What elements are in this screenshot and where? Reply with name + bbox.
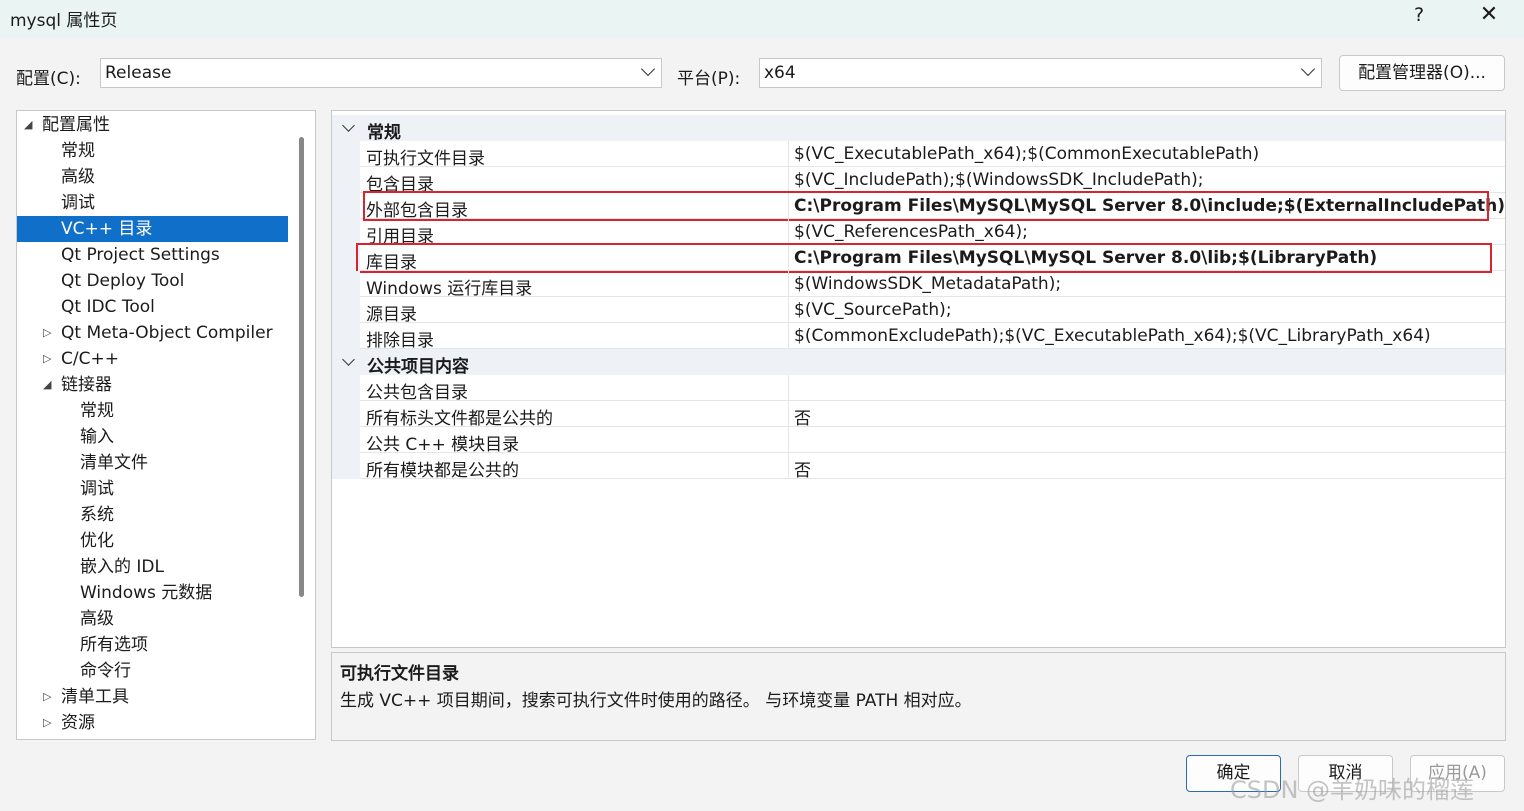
tree-item-label: 高级 [61, 167, 95, 187]
column-divider [788, 323, 789, 349]
section-header[interactable]: 常规 [332, 115, 1505, 143]
property-row[interactable]: 引用目录 $(VC_ReferencesPath_x64); [332, 219, 1505, 247]
window-title: mysql 属性页 [10, 11, 118, 31]
property-row[interactable]: 包含目录 $(VC_IncludePath);$(WindowsSDK_Inclu… [332, 167, 1505, 195]
platform-value: x64 [764, 63, 796, 83]
highlight-box [363, 191, 1489, 221]
expanded-triangle-icon[interactable]: ◢ [24, 112, 32, 138]
chevron-down-icon[interactable] [342, 353, 355, 366]
chevron-down-icon [640, 61, 656, 77]
tree-item-label: Qt Project Settings [61, 245, 220, 265]
column-divider [788, 401, 789, 427]
highlight-box [356, 243, 1492, 273]
column-divider [788, 427, 789, 453]
property-row[interactable]: 可执行文件目录 $(VC_ExecutablePath_x64);$(Common… [332, 141, 1505, 169]
tree-item-label: 调试 [80, 479, 114, 499]
title-bar: mysql 属性页 ? ✕ [0, 0, 1524, 38]
property-grid[interactable]: 常规 可执行文件目录 $(VC_ExecutablePath_x64);$(Comm… [331, 110, 1506, 648]
collapsed-triangle-icon[interactable]: ▷ [43, 684, 51, 710]
tree-item-label: 调试 [61, 193, 95, 213]
property-row[interactable]: 公共 C++ 模块目录 [332, 427, 1505, 455]
tree-item-label: 输入 [80, 427, 114, 447]
tree-item-label: 嵌入的 IDL [80, 557, 164, 577]
chevron-down-icon [1300, 61, 1316, 77]
tree-item-label: Windows 元数据 [80, 583, 213, 603]
row-divider [360, 478, 1505, 479]
property-tree[interactable]: ◢ 配置属性 常规 高级 调试 VC++ 目录 Qt Project Settings Qt … [16, 110, 316, 740]
row-gutter [332, 193, 360, 219]
collapsed-triangle-icon[interactable]: ▷ [43, 320, 51, 346]
row-gutter [332, 427, 360, 453]
property-value[interactable]: $(CommonExcludePath);$(VC_ExecutablePath… [794, 326, 1431, 346]
column-divider [788, 219, 789, 245]
config-dropdown[interactable]: Release [100, 58, 662, 88]
property-row[interactable]: 源目录 $(VC_SourcePath); [332, 297, 1505, 325]
tree-item-label: VC++ 目录 [61, 219, 153, 239]
watermark: CSDN @羊奶味的榴莲 [1230, 776, 1475, 804]
close-button[interactable]: ✕ [1474, 2, 1504, 27]
help-button[interactable]: ? [1408, 4, 1430, 26]
column-divider [788, 141, 789, 167]
column-divider [788, 167, 789, 193]
tree-item-label: 链接器 [61, 375, 112, 395]
platform-label: 平台(P): [677, 69, 741, 89]
property-row[interactable]: Windows 运行库目录 $(WindowsSDK_MetadataPath); [332, 271, 1505, 299]
tree-item-label: 常规 [80, 401, 114, 421]
row-gutter [332, 219, 360, 245]
collapsed-triangle-icon[interactable]: ▷ [43, 346, 51, 372]
platform-dropdown[interactable]: x64 [759, 58, 1322, 88]
tree-item-label: 常规 [61, 141, 95, 161]
tree-item-label: Qt IDC Tool [61, 297, 155, 317]
property-value[interactable]: $(WindowsSDK_MetadataPath); [794, 274, 1061, 294]
expanded-triangle-icon[interactable]: ◢ [43, 372, 51, 398]
row-gutter [332, 141, 360, 167]
row-gutter [332, 375, 360, 401]
tree-item-label: 清单文件 [80, 453, 148, 473]
tree-item-label: Qt Deploy Tool [61, 271, 185, 291]
property-row[interactable]: 所有模块都是公共的否 [332, 453, 1505, 481]
tree-item[interactable]: VC++ 目录 [17, 216, 288, 242]
collapsed-triangle-icon[interactable]: ▷ [43, 710, 51, 736]
column-divider [788, 271, 789, 297]
section-header[interactable]: 公共项目内容 [332, 349, 1505, 377]
row-gutter [332, 401, 360, 427]
row-gutter [332, 167, 360, 193]
property-value[interactable]: $(VC_SourcePath); [794, 300, 952, 320]
description-title: 可执行文件目录 [340, 664, 459, 684]
property-row[interactable]: 排除目录 $(CommonExcludePath);$(VC_Executable… [332, 323, 1505, 351]
tree-item-label: 优化 [80, 531, 114, 551]
tree-scrollbar[interactable] [299, 137, 304, 597]
row-gutter [332, 323, 360, 349]
section-header-label: 常规 [367, 123, 401, 143]
config-value: Release [105, 63, 172, 83]
property-value[interactable]: $(VC_ExecutablePath_x64);$(CommonExecuta… [794, 144, 1259, 164]
tree-item-label: 配置属性 [42, 115, 110, 135]
property-row[interactable]: 公共包含目录 [332, 375, 1505, 403]
column-divider [788, 297, 789, 323]
row-gutter [332, 453, 360, 479]
tree-item-label: 高级 [80, 609, 114, 629]
description-panel: 可执行文件目录 生成 VC++ 项目期间，搜索可执行文件时使用的路径。 与环境变… [331, 652, 1506, 741]
tree-item-label: Qt Meta-Object Compiler [61, 323, 273, 343]
property-value[interactable]: $(VC_IncludePath);$(WindowsSDK_IncludePa… [794, 170, 1204, 190]
column-divider [788, 375, 789, 401]
tree-item-label: 所有选项 [80, 635, 148, 655]
column-divider [788, 453, 789, 479]
property-row[interactable]: 所有标头文件都是公共的否 [332, 401, 1505, 429]
tree-item-label: 清单工具 [61, 687, 129, 707]
chevron-down-icon[interactable] [342, 119, 355, 132]
section-header-label: 公共项目内容 [367, 357, 469, 377]
row-gutter [332, 271, 360, 297]
tree-item-label: 命令行 [80, 661, 131, 681]
tree-item-label: 系统 [80, 505, 114, 525]
property-value[interactable]: $(VC_ReferencesPath_x64); [794, 222, 1028, 242]
description-text: 生成 VC++ 项目期间，搜索可执行文件时使用的路径。 与环境变量 PATH 相… [340, 691, 972, 711]
tree-item-label: C/C++ [61, 349, 119, 369]
row-gutter [332, 297, 360, 323]
config-label: 配置(C): [16, 69, 81, 89]
tree-item-label: 资源 [61, 713, 95, 733]
config-manager-button[interactable]: 配置管理器(O)... [1339, 55, 1505, 91]
